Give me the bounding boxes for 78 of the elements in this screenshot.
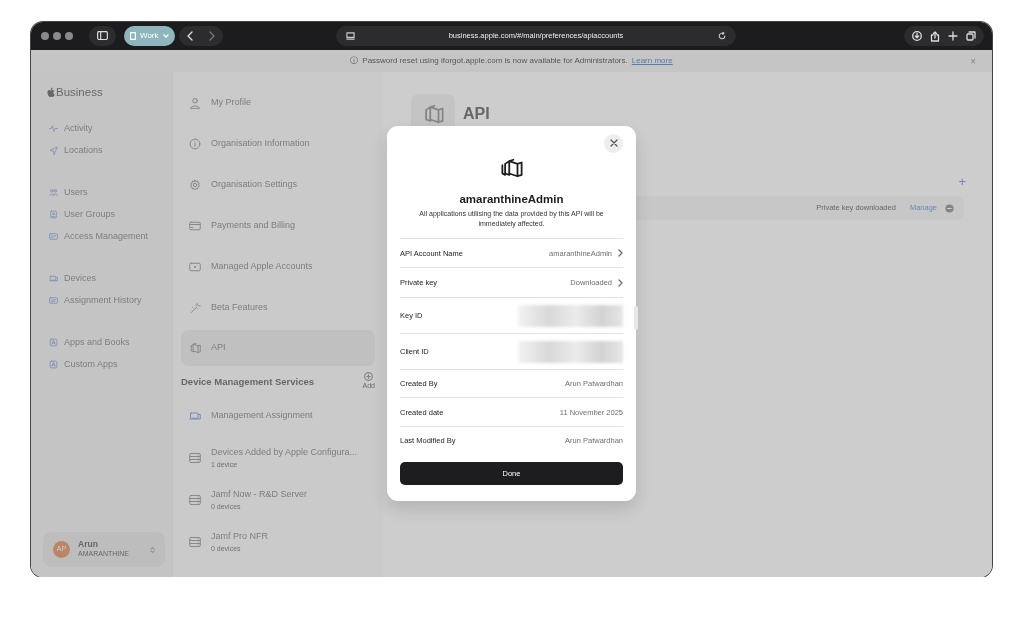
section-heading: Device Management Services	[181, 374, 315, 389]
preferences-item[interactable]: Beta Features	[181, 287, 375, 328]
preferences-item[interactable]: My Profile	[181, 82, 375, 123]
close-button[interactable]	[604, 133, 623, 153]
chevron-right-icon	[618, 278, 623, 287]
learn-more-link[interactable]: Learn more	[631, 55, 673, 67]
preferences-item[interactable]: Managed Apple Accounts	[181, 246, 375, 287]
server-name: Devices Added by Apple Configura...	[211, 446, 358, 459]
sidebar-item[interactable]: Access Management	[43, 225, 149, 248]
add-tab-icon[interactable]	[948, 31, 958, 41]
user-name: Arun	[78, 539, 99, 549]
close-button[interactable]: ×	[970, 54, 976, 69]
tab-group-button[interactable]: Work	[124, 26, 175, 46]
api-icon	[189, 342, 201, 354]
location-arrow-icon	[49, 145, 58, 155]
sidebar-item[interactable]: Apps and Books	[43, 331, 130, 354]
banner-message: Password reset using iforgot.apple.com is now available for Administrators.	[362, 55, 628, 67]
gear-icon	[189, 178, 201, 191]
id-badge-icon	[49, 209, 58, 219]
page-title: API	[463, 104, 490, 124]
page-menu-icon	[345, 31, 355, 41]
sidebar-toggle-button[interactable]	[89, 26, 116, 46]
list-window-icon	[49, 295, 58, 305]
app-store-icon	[49, 359, 58, 369]
api-icon	[422, 103, 444, 125]
server-icon	[189, 536, 201, 548]
server-name: Jamf Now - R&D Server	[211, 488, 308, 501]
pulse-icon	[49, 123, 58, 133]
server-name: Jamf Pro NFR	[211, 530, 268, 543]
magic-wand-icon	[189, 301, 201, 314]
person-icon	[189, 96, 201, 109]
id-card-icon	[49, 231, 58, 241]
preferences-item[interactable]: Payments and Billing	[181, 205, 375, 246]
sidebar-item[interactable]: Locations	[43, 139, 103, 162]
app-store-icon	[49, 337, 58, 347]
business-logo-text: Business	[56, 85, 103, 100]
add-circle-icon	[364, 372, 374, 382]
server-item[interactable]: Management Assignment	[181, 395, 375, 437]
preferences-item[interactable]: API	[181, 330, 375, 366]
download-icon[interactable]	[912, 31, 922, 41]
close-icon	[609, 139, 618, 148]
api-icon	[500, 156, 523, 179]
laptop-icon	[189, 410, 201, 422]
sidebar-item[interactable]: Assignment History	[43, 289, 142, 312]
add-button[interactable]: +	[958, 172, 966, 192]
sidebar-item[interactable]: Activity	[43, 117, 93, 140]
sidebar-item[interactable]: Users	[43, 181, 88, 204]
credit-card-icon	[189, 219, 201, 232]
preferences-item[interactable]: Organisation Settings	[181, 164, 375, 205]
account-card-icon	[189, 260, 201, 273]
sidebar-icon	[97, 31, 108, 41]
back-icon	[186, 30, 193, 41]
laptop-icon	[49, 273, 58, 283]
window-control-dot[interactable]	[41, 32, 49, 40]
info-icon	[189, 137, 201, 150]
tabs-overview-icon[interactable]	[966, 31, 976, 41]
sidebar-item[interactable]: Custom Apps	[43, 353, 118, 376]
server-name: Management Assignment	[211, 409, 313, 423]
people-icon	[49, 187, 58, 197]
sidebar-item[interactable]: Devices	[43, 267, 96, 290]
caret-icon	[162, 34, 169, 38]
up-down-chevron-icon	[150, 545, 155, 554]
back-button[interactable]	[178, 26, 201, 46]
tab-group-icon	[130, 32, 136, 40]
preferences-item[interactable]: Organisation Information	[181, 123, 375, 164]
sidebar-item[interactable]: User Groups	[43, 203, 116, 226]
forward-icon	[208, 30, 215, 41]
share-icon[interactable]	[930, 30, 940, 42]
dialog-title: amaranthineAdmin	[458, 191, 565, 207]
server-icon	[189, 452, 201, 464]
apple-logo-icon	[47, 87, 56, 99]
window-control-dot[interactable]	[53, 32, 61, 40]
info-icon: ⓘ	[350, 55, 359, 67]
window-control-dot[interactable]	[65, 32, 73, 40]
reload-icon[interactable]	[717, 32, 726, 40]
scrollbar	[634, 306, 638, 330]
chevron-right-icon	[618, 249, 623, 258]
server-icon	[189, 494, 201, 506]
